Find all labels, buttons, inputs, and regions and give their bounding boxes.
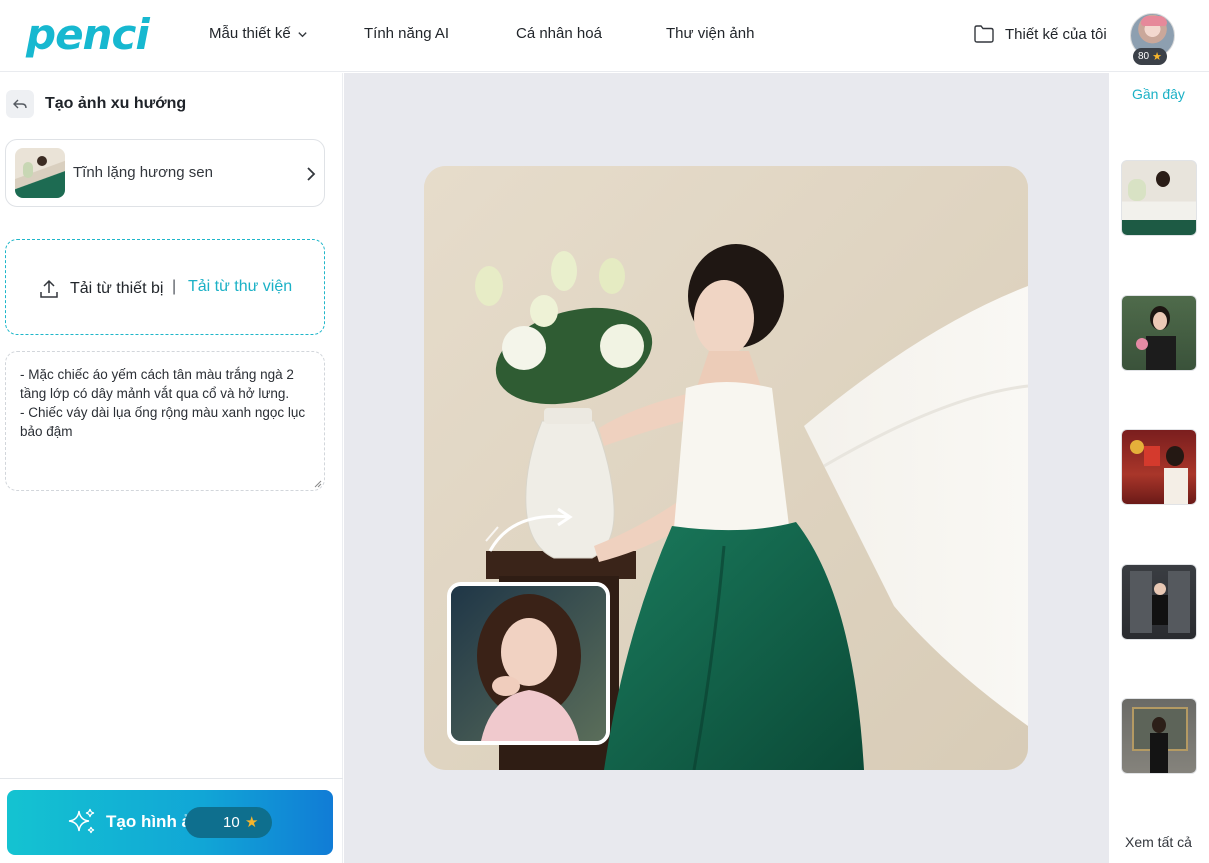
top-header: penci Mẫu thiết kế Tính năng AI Cá nhân … bbox=[0, 0, 1209, 72]
recent-thumbnail[interactable] bbox=[1121, 698, 1197, 774]
chevron-right-icon bbox=[307, 167, 316, 181]
nav-item-label: Mẫu thiết kế bbox=[209, 25, 291, 42]
left-panel-footer: Tạo hình ảnh 10 ★ bbox=[0, 778, 343, 863]
nav-item-label: Thư viện ảnh bbox=[666, 25, 755, 42]
style-selector-card[interactable]: Tĩnh lặng hương sen bbox=[5, 139, 325, 207]
resize-grip-icon[interactable] bbox=[314, 480, 322, 488]
nav-item-label: Tính năng AI bbox=[364, 25, 450, 42]
upload-icon bbox=[40, 279, 58, 298]
user-menu[interactable]: 80 ★ bbox=[1130, 13, 1176, 67]
style-name: Tĩnh lặng hương sen bbox=[73, 164, 213, 181]
nav-item-ai-features[interactable]: Tính năng AI bbox=[364, 25, 449, 42]
cost-badge: 10 ★ bbox=[185, 807, 272, 838]
chevron-down-icon bbox=[298, 32, 307, 38]
left-panel: Tạo ảnh xu hướng Tĩnh lặng hương sen Tải… bbox=[0, 73, 343, 863]
points-value: 80 bbox=[1138, 51, 1150, 62]
sparkle-icon bbox=[68, 808, 95, 834]
upload-dropzone[interactable]: Tải từ thiết bị | Tải từ thư viện bbox=[5, 239, 325, 335]
back-button[interactable] bbox=[6, 90, 34, 118]
nav-item-design-templates[interactable]: Mẫu thiết kế bbox=[209, 25, 308, 42]
recent-thumbnail[interactable] bbox=[1121, 564, 1197, 640]
penci-logo[interactable]: penci bbox=[26, 10, 150, 59]
star-icon: ★ bbox=[245, 814, 259, 831]
recent-thumbnail[interactable] bbox=[1121, 295, 1197, 371]
nav-item-label: Cá nhân hoá bbox=[516, 25, 602, 42]
upload-device-label: Tải từ thiết bị bbox=[70, 280, 164, 297]
style-thumbnail bbox=[15, 148, 65, 198]
folder-icon bbox=[974, 25, 994, 43]
panel-title: Tạo ảnh xu hướng bbox=[45, 95, 187, 112]
upload-from-device-button[interactable]: Tải từ thiết bị bbox=[38, 278, 163, 300]
upload-separator: | bbox=[172, 278, 177, 295]
recent-thumbnail[interactable] bbox=[1121, 429, 1197, 505]
swap-arrow-icon bbox=[485, 507, 573, 552]
prompt-textarea[interactable]: - Mặc chiếc áo yếm cách tân màu trắng ng… bbox=[5, 351, 325, 491]
view-all-link[interactable]: Xem tất cả bbox=[1125, 834, 1192, 850]
cost-value: 10 bbox=[223, 814, 240, 831]
source-face-thumbnail[interactable] bbox=[447, 582, 610, 745]
points-badge: 80 ★ bbox=[1133, 48, 1167, 65]
recent-title: Gần đây bbox=[1132, 86, 1185, 102]
back-icon bbox=[13, 99, 27, 109]
preview-canvas bbox=[344, 73, 1109, 863]
nav-item-personalize[interactable]: Cá nhân hoá bbox=[516, 25, 602, 42]
recent-thumbnail[interactable] bbox=[1121, 160, 1197, 236]
my-designs-label: Thiết kế của tôi bbox=[1005, 25, 1107, 43]
generate-image-button[interactable]: Tạo hình ảnh 10 ★ bbox=[7, 790, 333, 855]
recent-panel: Gần đây Xem tất cả bbox=[1109, 73, 1209, 863]
star-icon: ★ bbox=[1152, 51, 1162, 63]
nav-item-photo-library[interactable]: Thư viện ảnh bbox=[666, 25, 754, 42]
upload-from-library-link[interactable]: Tải từ thư viện bbox=[188, 278, 292, 296]
my-designs-link[interactable]: Thiết kế của tôi bbox=[973, 24, 1107, 44]
